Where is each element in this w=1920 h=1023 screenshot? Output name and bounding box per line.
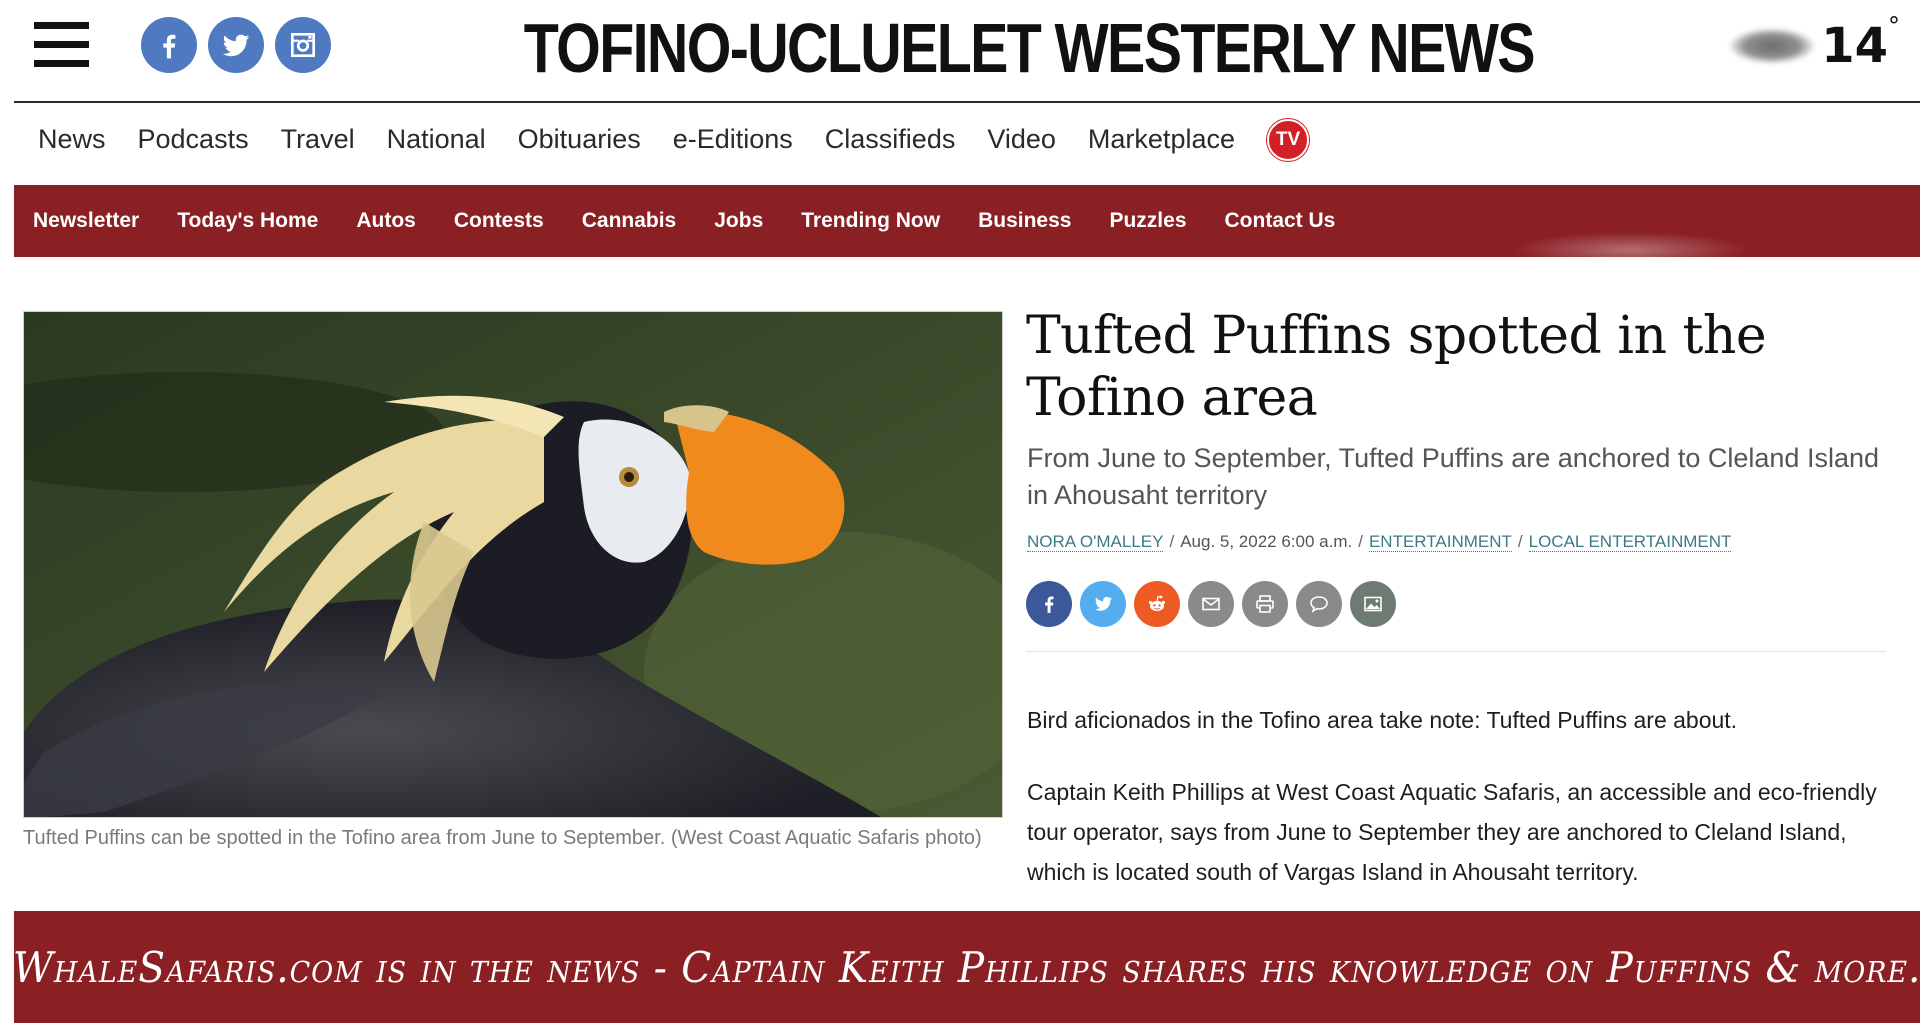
nav-item-marketplace[interactable]: Marketplace xyxy=(1088,124,1235,155)
share-email-icon[interactable] xyxy=(1188,581,1234,627)
publish-date: Aug. 5, 2022 6:00 a.m. xyxy=(1180,532,1353,551)
share-facebook-icon[interactable] xyxy=(1026,581,1072,627)
subnav-item-jobs[interactable]: Jobs xyxy=(714,209,763,233)
subcategory-link[interactable]: LOCAL ENTERTAINMENT xyxy=(1528,532,1732,552)
share-twitter-icon[interactable] xyxy=(1080,581,1126,627)
subnav-item-todays-home[interactable]: Today's Home xyxy=(177,209,318,233)
twitter-icon[interactable] xyxy=(208,17,264,73)
nav-item-obituaries[interactable]: Obituaries xyxy=(518,124,641,155)
author-link[interactable]: NORA O'MALLEY xyxy=(1027,532,1164,552)
nav-item-podcasts[interactable]: Podcasts xyxy=(138,124,249,155)
subnav-item-contact-us[interactable]: Contact Us xyxy=(1225,209,1336,233)
subnav-item-business[interactable]: Business xyxy=(978,209,1071,233)
article-photo-tufted-puffin[interactable] xyxy=(23,311,1003,818)
article-paragraph: Bird aficionados in the Tofino area take… xyxy=(1027,707,1738,733)
subnav-item-newsletter[interactable]: Newsletter xyxy=(33,209,139,233)
nav-item-travel[interactable]: Travel xyxy=(281,124,355,155)
nav-item-national[interactable]: National xyxy=(387,124,486,155)
hamburger-menu-icon[interactable] xyxy=(34,22,89,68)
photo-caption: Tufted Puffins can be spotted in the Tof… xyxy=(23,827,982,849)
divider xyxy=(1026,651,1886,652)
photo-gallery-icon[interactable] xyxy=(1350,581,1396,627)
subnav-item-trending-now[interactable]: Trending Now xyxy=(801,209,940,233)
promo-banner-text: WhaleSafaris.com is in the news - Captai… xyxy=(12,942,1920,992)
nav-item-e-editions[interactable]: e-Editions xyxy=(673,124,793,155)
instagram-icon[interactable] xyxy=(275,17,331,73)
comment-icon[interactable] xyxy=(1296,581,1342,627)
site-title[interactable]: TOFINO-UCLUELET WESTERLY NEWS xyxy=(524,8,1536,88)
secondary-nav: Newsletter Today's Home Autos Contests C… xyxy=(14,185,1920,257)
article-subhead: From June to September, Tufted Puffins a… xyxy=(1027,443,1880,510)
subnav-item-contests[interactable]: Contests xyxy=(454,209,544,233)
share-reddit-icon[interactable] xyxy=(1134,581,1180,627)
tv-icon[interactable]: TV xyxy=(1267,118,1309,161)
subnav-item-puzzles[interactable]: Puzzles xyxy=(1109,209,1186,233)
byline: NORA O'MALLEY / Aug. 5, 2022 6:00 a.m. / ENT… xyxy=(1027,532,1732,552)
subnav-item-autos[interactable]: Autos xyxy=(356,209,416,233)
masthead: TOFINO-UCLUELET WESTERLY NEWS 14° xyxy=(14,0,1920,103)
article-headline: Tufted Puffins spotted in the Tofino are… xyxy=(1026,306,1767,428)
primary-nav: News Podcasts Travel National Obituaries… xyxy=(14,112,1309,167)
share-bar xyxy=(1026,581,1404,627)
subnav-item-cannabis[interactable]: Cannabis xyxy=(582,209,677,233)
article-paragraph: Captain Keith Phillips at West Coast Aqu… xyxy=(1027,779,1877,885)
category-link[interactable]: ENTERTAINMENT xyxy=(1368,532,1512,552)
facebook-icon[interactable] xyxy=(141,17,197,73)
cloud-icon xyxy=(1729,28,1816,64)
weather-widget[interactable]: 14° xyxy=(1729,12,1900,74)
temperature: 14° xyxy=(1821,12,1900,74)
nav-item-classifieds[interactable]: Classifieds xyxy=(825,124,956,155)
nav-item-video[interactable]: Video xyxy=(987,124,1056,155)
nav-item-news[interactable]: News xyxy=(38,124,106,155)
print-icon[interactable] xyxy=(1242,581,1288,627)
promo-banner[interactable]: WhaleSafaris.com is in the news - Captai… xyxy=(12,911,1920,1023)
